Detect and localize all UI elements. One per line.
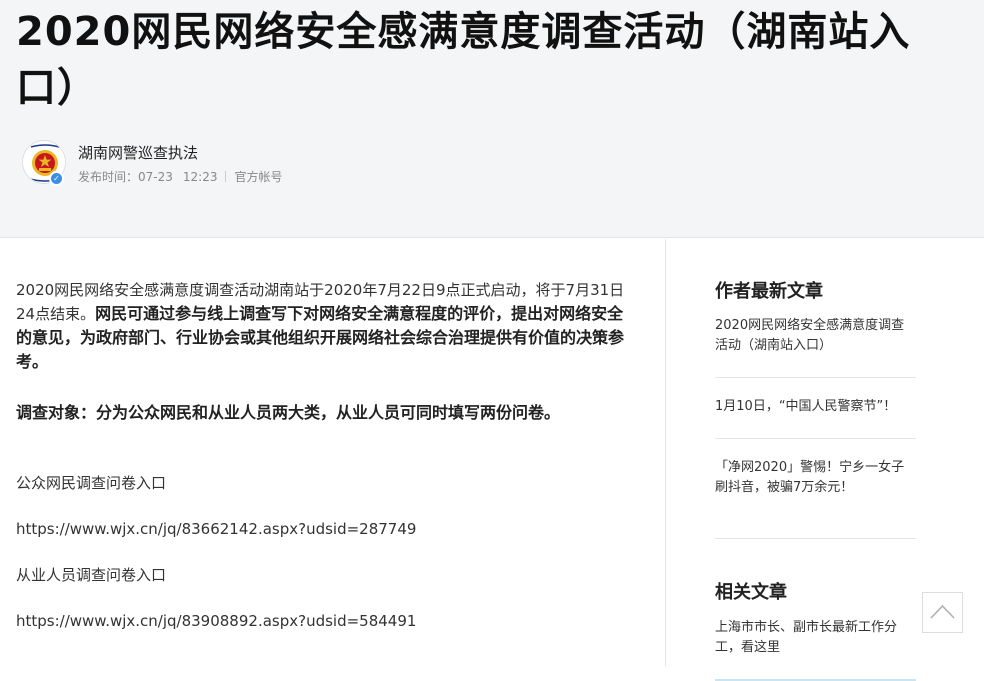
verified-check-icon: ✓ bbox=[49, 171, 64, 186]
latest-article-item[interactable]: 「净网2020」警惕！宁乡一女子刷抖音，被骗7万余元！ bbox=[715, 458, 916, 539]
related-article-item[interactable]: 上海市市长、副市长最新工作分工，看这里 bbox=[715, 618, 916, 681]
account-type-badge: 官方帐号 bbox=[234, 170, 283, 184]
article-body: 2020网民网络安全感满意度调查活动湖南站于2020年7月22日9点正式启动，将… bbox=[0, 239, 666, 666]
staff-survey-label: 从业人员调查问卷入口 bbox=[16, 566, 167, 584]
back-to-top-button[interactable] bbox=[922, 592, 963, 633]
latest-articles-heading: 作者最新文章 bbox=[715, 281, 823, 302]
survey-target-text: 调查对象：分为公众网民和从业人员两大类，从业人员可同时填写两份问卷。 bbox=[16, 403, 561, 422]
intro-bold-text: 网民可通过参与线上调查写下对网络安全满意程度的评价，提出对网络安全的意见，为政府… bbox=[16, 304, 625, 371]
public-survey-link[interactable]: https://www.wjx.cn/jq/83662142.aspx?udsi… bbox=[16, 518, 626, 541]
intro-paragraph: 2020网民网络安全感满意度调查活动湖南站于2020年7月22日9点正式启动，将… bbox=[16, 279, 626, 374]
article-title: 2020网民网络安全感满意度调查活动（湖南站入口） bbox=[16, 9, 911, 111]
chevron-up-icon bbox=[930, 604, 955, 619]
publish-meta: 发布时间：07-23 12:23 官方帐号 bbox=[78, 168, 283, 185]
latest-article-item[interactable]: 1月10日，“中国人民警察节”！ bbox=[715, 397, 916, 439]
survey-target-paragraph: 调查对象：分为公众网民和从业人员两大类，从业人员可同时填写两份问卷。 bbox=[16, 401, 626, 425]
author-name[interactable]: 湖南网警巡查执法 bbox=[78, 142, 198, 163]
staff-survey-link[interactable]: https://www.wjx.cn/jq/83908892.aspx?udsi… bbox=[16, 610, 626, 633]
meta-divider bbox=[225, 171, 227, 182]
latest-article-item[interactable]: 2020网民网络安全感满意度调查活动（湖南站入口） bbox=[715, 316, 916, 378]
publish-time: 12:23 bbox=[182, 170, 218, 184]
publish-label: 发布时间： bbox=[78, 170, 139, 184]
article-header: 2020网民网络安全感满意度调查活动（湖南站入口） ✓ 湖南网警巡查执法 发布时… bbox=[0, 0, 984, 238]
public-survey-label: 公众网民调查问卷入口 bbox=[16, 474, 167, 492]
publish-date: 07-23 bbox=[138, 170, 173, 184]
related-articles-heading: 相关文章 bbox=[715, 582, 787, 603]
